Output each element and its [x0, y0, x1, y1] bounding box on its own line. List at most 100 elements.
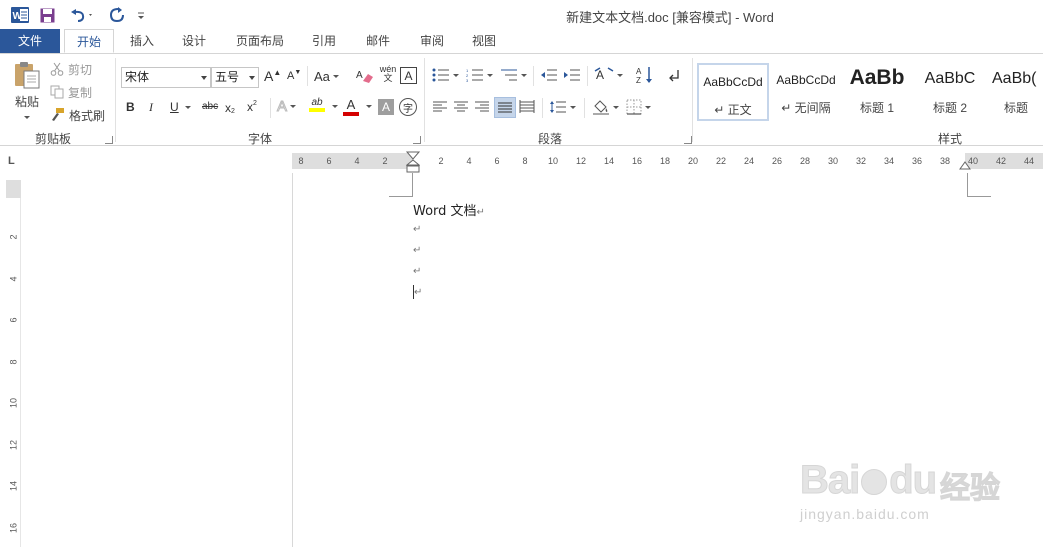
sort-button[interactable]: AZ	[636, 66, 654, 84]
style-no-spacing[interactable]: AaBbCcDd ↵ 无间隔	[773, 63, 839, 121]
right-indent-marker-icon[interactable]	[959, 161, 971, 170]
clear-formatting-button[interactable]: A	[356, 67, 374, 85]
save-icon[interactable]	[38, 5, 56, 25]
ruler-tick: 14	[8, 481, 19, 492]
justify-button[interactable]	[494, 97, 516, 118]
enclose-characters-button[interactable]: 字	[399, 98, 417, 116]
underline-dropdown-icon[interactable]	[184, 105, 191, 109]
ruler-tick: 36	[911, 156, 922, 166]
font-name-dropdown-icon[interactable]	[201, 76, 207, 80]
indent-marker-icon[interactable]	[406, 151, 420, 173]
customize-icon[interactable]	[134, 5, 148, 25]
format-painter-button[interactable]: 格式刷	[50, 106, 105, 124]
line-spacing-button[interactable]	[549, 100, 576, 114]
align-center-button[interactable]	[453, 100, 469, 114]
shading-button[interactable]	[592, 99, 619, 115]
format-painter-label: 格式刷	[69, 108, 106, 123]
ruler-tick: 16	[631, 156, 642, 166]
clipboard-launcher-icon[interactable]	[105, 136, 113, 144]
ruler-tick: 44	[1023, 156, 1034, 166]
subscript-button[interactable]: x2	[225, 100, 235, 116]
doc-paragraph[interactable]: ↵	[413, 221, 421, 236]
font-color-button[interactable]: A	[343, 97, 359, 116]
grow-font-button[interactable]: A ▲	[264, 68, 281, 85]
ruler-tick: 16	[8, 522, 19, 533]
paragraph-launcher-icon[interactable]	[684, 136, 692, 144]
redo-icon[interactable]	[106, 5, 128, 25]
tab-file[interactable]: 文件	[0, 29, 60, 53]
chinese-layout-icon: A	[594, 67, 614, 82]
multilevel-list-icon	[501, 69, 517, 81]
tab-mailings[interactable]: 邮件	[356, 29, 400, 53]
tab-review[interactable]: 审阅	[410, 29, 454, 53]
style-heading-2[interactable]: AaBbC 标题 2	[915, 63, 985, 121]
font-size-combo[interactable]: 五号	[211, 67, 259, 88]
svg-text:3: 3	[466, 78, 469, 82]
increase-indent-button[interactable]	[563, 68, 581, 82]
decrease-indent-button[interactable]	[540, 68, 558, 82]
style-sample: AaBb	[849, 66, 905, 89]
borders-button[interactable]	[626, 99, 651, 115]
multilevel-list-button[interactable]	[500, 68, 527, 82]
doc-paragraph[interactable]: ↵	[413, 284, 422, 299]
style-sample: AaBbC	[924, 70, 976, 87]
style-heading-1[interactable]: AaBb 标题 1	[844, 63, 910, 121]
highlight-dropdown-icon[interactable]	[329, 105, 338, 108]
underline-button[interactable]: U	[170, 100, 191, 114]
horizontal-ruler[interactable]: 8 6 4 2 2 4 6 8 10 12 14 16 18 20 22 24 26 28 30 32 34 36 38 40…	[292, 151, 1043, 173]
paste-dropdown-icon[interactable]	[24, 116, 30, 119]
ruler-tick: 10	[8, 398, 19, 409]
font-color-dropdown-icon[interactable]	[363, 105, 372, 108]
copy-button[interactable]: 复制	[50, 83, 92, 101]
align-right-button[interactable]	[474, 100, 490, 114]
style-title[interactable]: AaBb( 标题	[989, 63, 1043, 121]
crop-mark-left	[389, 173, 413, 197]
tab-page-layout[interactable]: 页面布局	[228, 29, 292, 53]
font-size-dropdown-icon[interactable]	[249, 76, 255, 80]
doc-paragraph[interactable]: ↵	[413, 242, 421, 257]
font-name-combo[interactable]: 宋体	[121, 67, 211, 88]
scissors-icon	[50, 62, 64, 76]
bold-button[interactable]: B	[126, 100, 135, 114]
tab-selector[interactable]: L	[0, 147, 22, 173]
tab-home[interactable]: 开始	[64, 29, 114, 53]
numbering-button[interactable]: 123	[466, 68, 493, 82]
superscript-button[interactable]: x2	[247, 100, 257, 115]
character-border-button[interactable]: A	[400, 67, 417, 84]
italic-button[interactable]: I	[149, 100, 153, 115]
cut-button[interactable]: 剪切	[50, 60, 92, 78]
distributed-button[interactable]	[519, 100, 535, 114]
font-launcher-icon[interactable]	[413, 136, 421, 144]
show-hide-marks-button[interactable]	[668, 68, 682, 82]
paste-button[interactable]: 粘贴	[10, 60, 44, 124]
word-icon[interactable]: W	[10, 5, 30, 25]
align-left-button[interactable]	[432, 100, 448, 114]
tab-references[interactable]: 引用	[302, 29, 346, 53]
cut-label: 剪切	[68, 62, 93, 77]
undo-icon[interactable]	[66, 5, 96, 25]
phonetic-guide-icon: wén文	[379, 64, 397, 83]
tab-insert[interactable]: 插入	[120, 29, 164, 53]
vertical-ruler[interactable]: 2 4 6 8 10 12 14 16	[6, 180, 21, 547]
ruler-tick: 38	[939, 156, 950, 166]
chinese-layout-button[interactable]: A	[594, 67, 623, 83]
watermark-logo: Bai du	[799, 458, 937, 503]
ruler-tick: 18	[659, 156, 670, 166]
ruler-tick: 2	[8, 234, 19, 240]
doc-paragraph[interactable]: ↵	[413, 263, 421, 278]
character-shading-button[interactable]: A	[378, 99, 394, 115]
ruler-tick: 24	[743, 156, 754, 166]
bullets-button[interactable]	[432, 68, 459, 82]
text-effects-button[interactable]: A	[276, 98, 297, 116]
tab-view[interactable]: 视图	[462, 29, 506, 53]
style-normal[interactable]: AaBbCcDd ↵ 正文	[697, 63, 769, 121]
change-case-button[interactable]: Aa	[314, 69, 339, 84]
phonetic-guide-button[interactable]: wén文	[378, 65, 398, 83]
doc-paragraph[interactable]: Word 文档↵	[413, 200, 485, 219]
watermark-cn: 经验	[940, 472, 1001, 506]
highlight-button[interactable]: ab	[309, 97, 325, 112]
strikethrough-button[interactable]: abc	[202, 101, 218, 112]
shrink-font-icon: A	[287, 70, 295, 82]
tab-design[interactable]: 设计	[172, 29, 216, 53]
shrink-font-button[interactable]: A ▼	[287, 69, 301, 83]
